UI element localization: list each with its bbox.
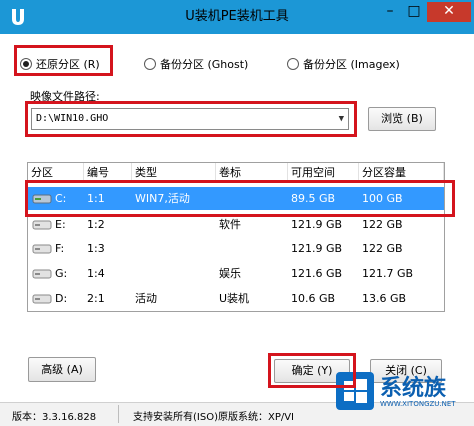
cell-capacity: 122 GB	[362, 242, 403, 255]
cell-partition: D:	[55, 292, 68, 305]
cell-free-space: 121.9 GB	[291, 242, 343, 255]
table-row[interactable]: F: 1:3 121.9 GB 122 GB	[28, 237, 444, 260]
radio-empty-icon	[144, 58, 156, 70]
cell-number: 2:1	[87, 292, 105, 305]
cell-free-space: 121.6 GB	[291, 267, 343, 280]
cell-capacity: 121.7 GB	[362, 267, 414, 280]
cell-free-space: 10.6 GB	[291, 292, 336, 305]
cell-label: 娱乐	[219, 267, 241, 280]
close-window-button[interactable]: ✕	[427, 2, 471, 22]
watermark-url: WWW.XITONGZU.NET	[380, 400, 456, 408]
cell-partition: G:	[55, 267, 68, 280]
watermark-logo: 系统族 WWW.XITONGZU.NET	[336, 366, 474, 426]
radio-label: 备份分区 (Imagex)	[303, 58, 400, 71]
version-text: 版本：3.3.16.828	[12, 412, 97, 423]
cell-capacity: 13.6 GB	[362, 292, 407, 305]
highlight-frame	[25, 101, 357, 137]
cell-type: 活动	[135, 292, 157, 305]
minimize-button[interactable]: –	[378, 2, 402, 22]
support-text: 支持安装所有(ISO)原版系统：XP/VI	[133, 412, 295, 423]
radio-empty-icon	[287, 58, 299, 70]
highlight-frame	[268, 353, 356, 388]
table-row[interactable]: D: 2:1 活动 U装机 10.6 GB 13.6 GB	[28, 287, 444, 310]
status-divider	[118, 405, 119, 423]
cell-type	[132, 262, 216, 285]
highlight-frame	[14, 45, 113, 76]
browse-button[interactable]: 浏览 (B)	[368, 107, 436, 131]
radio-label: 备份分区 (Ghost)	[160, 58, 249, 71]
backup-imagex-radio[interactable]: 备份分区 (Imagex)	[287, 56, 400, 72]
cell-label	[216, 237, 288, 260]
table-row[interactable]: G: 1:4 娱乐 121.6 GB 121.7 GB	[28, 262, 444, 285]
cell-number: 1:4	[87, 267, 105, 280]
maximize-button[interactable]: □	[402, 2, 426, 22]
cell-partition: F:	[55, 242, 65, 255]
cell-number: 1:3	[87, 242, 105, 255]
cell-type	[132, 237, 216, 260]
cell-label: U装机	[219, 292, 250, 305]
backup-ghost-radio[interactable]: 备份分区 (Ghost)	[144, 56, 248, 72]
advanced-button[interactable]: 高级 (A)	[28, 357, 96, 382]
watermark-name: 系统族	[380, 376, 447, 401]
title-bar: U装机PE装机工具 – □ ✕	[0, 0, 474, 34]
highlight-frame	[25, 180, 455, 217]
